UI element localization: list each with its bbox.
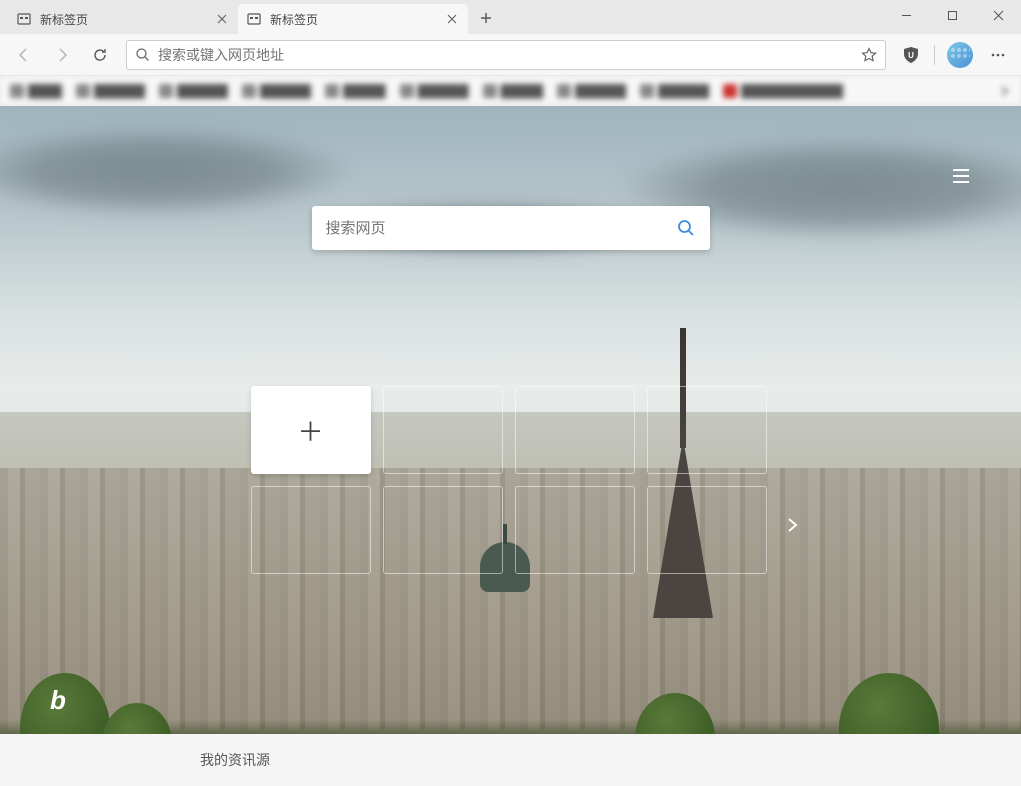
quick-link-tile[interactable] <box>383 486 503 574</box>
bookmarks-overflow-icon[interactable] <box>997 84 1011 98</box>
tab-0[interactable]: 新标签页 <box>8 4 238 34</box>
titlebar: 新标签页 新标签页 <box>0 0 1021 34</box>
tab-1-active[interactable]: 新标签页 <box>238 4 468 34</box>
quick-link-tile[interactable] <box>515 486 635 574</box>
ntp-search-input[interactable] <box>326 220 676 237</box>
page-settings-button[interactable] <box>941 156 981 196</box>
window-controls <box>883 0 1021 34</box>
forward-button[interactable] <box>44 39 80 71</box>
favorite-star-icon[interactable] <box>861 47 877 63</box>
feed-bar[interactable]: 我的资讯源 <box>0 734 1021 786</box>
search-submit-icon[interactable] <box>676 218 696 238</box>
tab-title: 新标签页 <box>40 11 88 28</box>
bookmarks-bar: ████ ██████ ██████ ██████ █████ ██████ █… <box>0 76 1021 106</box>
tab-favicon-icon <box>16 11 32 27</box>
close-tab-icon[interactable] <box>214 11 230 27</box>
quick-links-grid: ＋ <box>251 386 771 586</box>
new-tab-button[interactable] <box>472 4 500 32</box>
tiles-next-icon[interactable] <box>783 516 801 534</box>
minimize-button[interactable] <box>883 0 929 30</box>
plus-icon: ＋ <box>297 412 323 449</box>
toolbar: U <box>0 34 1021 76</box>
maximize-button[interactable] <box>929 0 975 30</box>
profile-avatar[interactable] <box>947 42 973 68</box>
toolbar-divider <box>934 45 935 65</box>
add-quick-link-tile[interactable]: ＋ <box>251 386 371 474</box>
back-button[interactable] <box>6 39 42 71</box>
quick-link-tile[interactable] <box>647 386 767 474</box>
ublock-extension-icon[interactable]: U <box>894 40 928 70</box>
search-icon <box>135 47 150 62</box>
close-tab-icon[interactable] <box>444 11 460 27</box>
close-window-button[interactable] <box>975 0 1021 30</box>
reload-button[interactable] <box>82 39 118 71</box>
svg-text:U: U <box>908 51 914 60</box>
address-bar[interactable] <box>126 40 886 70</box>
quick-link-tile[interactable] <box>647 486 767 574</box>
ntp-search-box[interactable] <box>312 206 710 250</box>
address-input[interactable] <box>158 47 855 63</box>
tab-strip: 新标签页 新标签页 <box>8 4 500 34</box>
quick-link-tile[interactable] <box>515 386 635 474</box>
feed-label: 我的资讯源 <box>200 750 270 770</box>
more-menu-button[interactable] <box>981 40 1015 70</box>
quick-link-tile[interactable] <box>251 486 371 574</box>
new-tab-page: ＋ b 我的资讯源 <box>0 106 1021 786</box>
bing-logo-icon[interactable]: b <box>50 685 66 716</box>
tab-title: 新标签页 <box>270 11 318 28</box>
tab-favicon-icon <box>246 11 262 27</box>
quick-link-tile[interactable] <box>383 386 503 474</box>
